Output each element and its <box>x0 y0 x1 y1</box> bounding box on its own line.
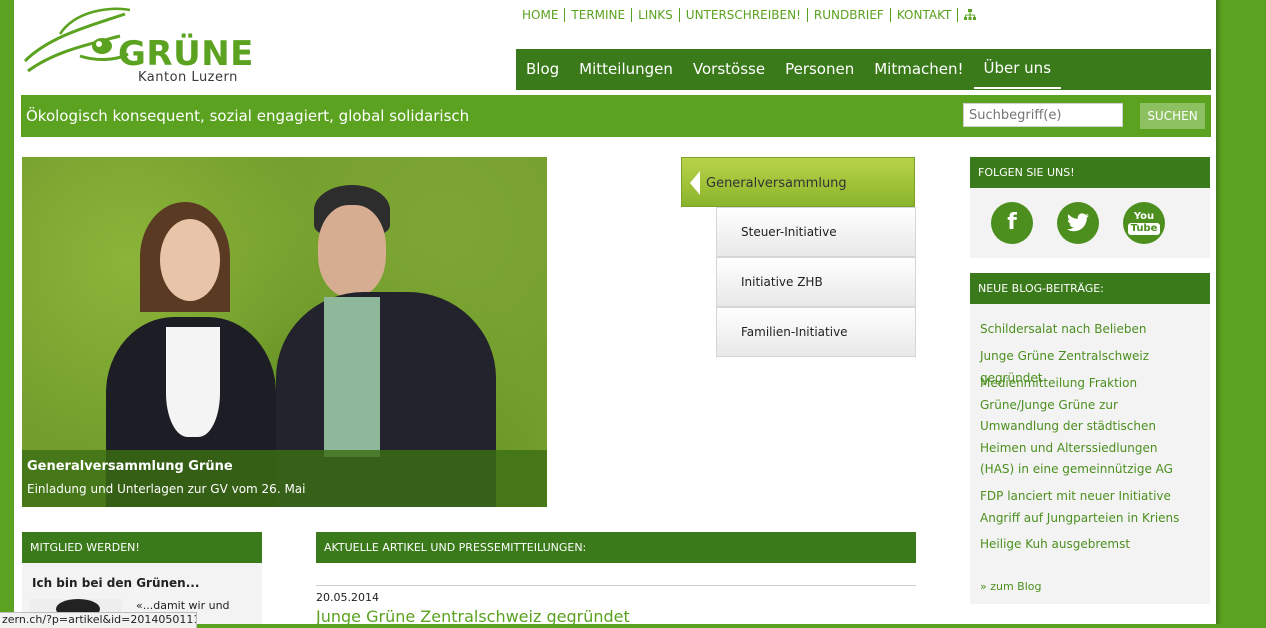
search-button[interactable]: SUCHEN <box>1140 103 1205 129</box>
photo-man-face <box>318 205 386 297</box>
youtube-icon[interactable]: You Tube <box>1123 202 1165 244</box>
photo-man-shirt <box>324 297 380 457</box>
blog-item-link[interactable]: Heilige Kuh ausgebremst <box>980 534 1205 556</box>
sitemap-icon[interactable] <box>958 9 977 21</box>
leaf-logo-icon <box>23 7 130 73</box>
hero-caption: Generalversammlung Grüne Einladung und U… <box>22 450 547 507</box>
search-input[interactable] <box>963 103 1123 127</box>
main-nav-vorstoesse[interactable]: Vorstösse <box>683 49 775 90</box>
top-nav: HOME TERMINE LINKS UNTERSCHREIBEN! RUNDB… <box>520 8 977 22</box>
top-nav-links[interactable]: LINKS <box>632 8 680 22</box>
member-box-text: Ich bin bei den Grünen... <box>32 576 200 590</box>
social-panel: f You Tube <box>970 188 1210 258</box>
top-nav-rundbrief[interactable]: RUNDBRIEF <box>808 8 891 22</box>
slider-tab-steuer-initiative[interactable]: Steuer-Initiative <box>716 207 916 257</box>
main-nav-personen[interactable]: Personen <box>775 49 864 90</box>
tab-pointer-icon <box>690 171 700 195</box>
article-date: 20.05.2014 <box>316 591 379 604</box>
slider-tab-initiative-zhb[interactable]: Initiative ZHB <box>716 257 916 307</box>
hero-slide[interactable]: Generalversammlung Grüne Einladung und U… <box>22 157 547 507</box>
main-nav: Blog Mitteilungen Vorstösse Personen Mit… <box>516 49 1211 90</box>
blog-panel: Schildersalat nach Belieben Junge Grüne … <box>970 304 1210 604</box>
slider-tab-familien-initiative[interactable]: Familien-Initiative <box>716 307 916 357</box>
main-nav-mitmachen[interactable]: Mitmachen! <box>864 49 973 90</box>
main-nav-blog[interactable]: Blog <box>516 49 569 90</box>
member-box-content: Ich bin bei den Grünen... «...damit wir … <box>22 532 262 624</box>
article-title-link[interactable]: Junge Grüne Zentralschweiz gegründet <box>316 607 630 624</box>
blog-header: NEUE BLOG-BEITRÄGE: <box>970 273 1210 304</box>
top-nav-unterschreiben[interactable]: UNTERSCHREIBEN! <box>680 8 808 22</box>
blog-item-link[interactable]: FDP lanciert mit neuer Initiative Angrif… <box>980 486 1205 529</box>
slider-tab-label: Steuer-Initiative <box>741 225 837 239</box>
main-nav-ueber-uns[interactable]: Über uns <box>973 50 1062 89</box>
articles-header: AKTUELLE ARTIKEL UND PRESSEMITTEILUNGEN: <box>316 532 916 563</box>
follow-header: FOLGEN SIE UNS! <box>970 157 1210 188</box>
facebook-icon[interactable]: f <box>991 202 1033 244</box>
slider-tab-generalversammlung[interactable]: Generalversammlung <box>681 157 915 207</box>
top-nav-home[interactable]: HOME <box>520 8 566 22</box>
logo-subtitle: Kanton Luzern <box>138 70 238 85</box>
slider-tab-label: Familien-Initiative <box>741 325 848 339</box>
member-quote: «...damit wir und <box>136 599 230 612</box>
page-shadow <box>1216 0 1222 624</box>
photo-woman-shirt <box>166 327 220 437</box>
site-logo[interactable]: GRÜNE Kanton Luzern <box>20 6 253 86</box>
browser-status-bar: zern.ch/?p=artikel&id=201405011111 <box>0 612 197 628</box>
article-divider <box>316 585 916 586</box>
slogan-text: Ökologisch konsequent, sozial engagiert,… <box>26 107 470 125</box>
logo-wordmark: GRÜNE <box>118 34 254 74</box>
main-nav-mitteilungen[interactable]: Mitteilungen <box>569 49 683 90</box>
slider-tab-label: Generalversammlung <box>706 176 847 191</box>
top-nav-termine[interactable]: TERMINE <box>565 8 633 22</box>
hero-caption-text: Einladung und Unterlagen zur GV vom 26. … <box>27 482 306 496</box>
blog-item-link[interactable]: Medienmitteilung Fraktion Grüne/Junge Gr… <box>980 373 1180 481</box>
blog-more-link[interactable]: » zum Blog <box>980 580 1042 593</box>
hero-caption-title: Generalversammlung Grüne <box>27 459 233 474</box>
blog-item-link[interactable]: Schildersalat nach Belieben <box>980 319 1205 341</box>
slogan-bar: Ökologisch konsequent, sozial engagiert,… <box>21 95 1211 137</box>
twitter-icon[interactable] <box>1057 202 1099 244</box>
page: GRÜNE Kanton Luzern HOME TERMINE LINKS U… <box>14 0 1216 624</box>
top-nav-kontakt[interactable]: KONTAKT <box>891 8 959 22</box>
slider-tab-label: Initiative ZHB <box>741 275 823 289</box>
photo-woman-face <box>160 219 220 301</box>
